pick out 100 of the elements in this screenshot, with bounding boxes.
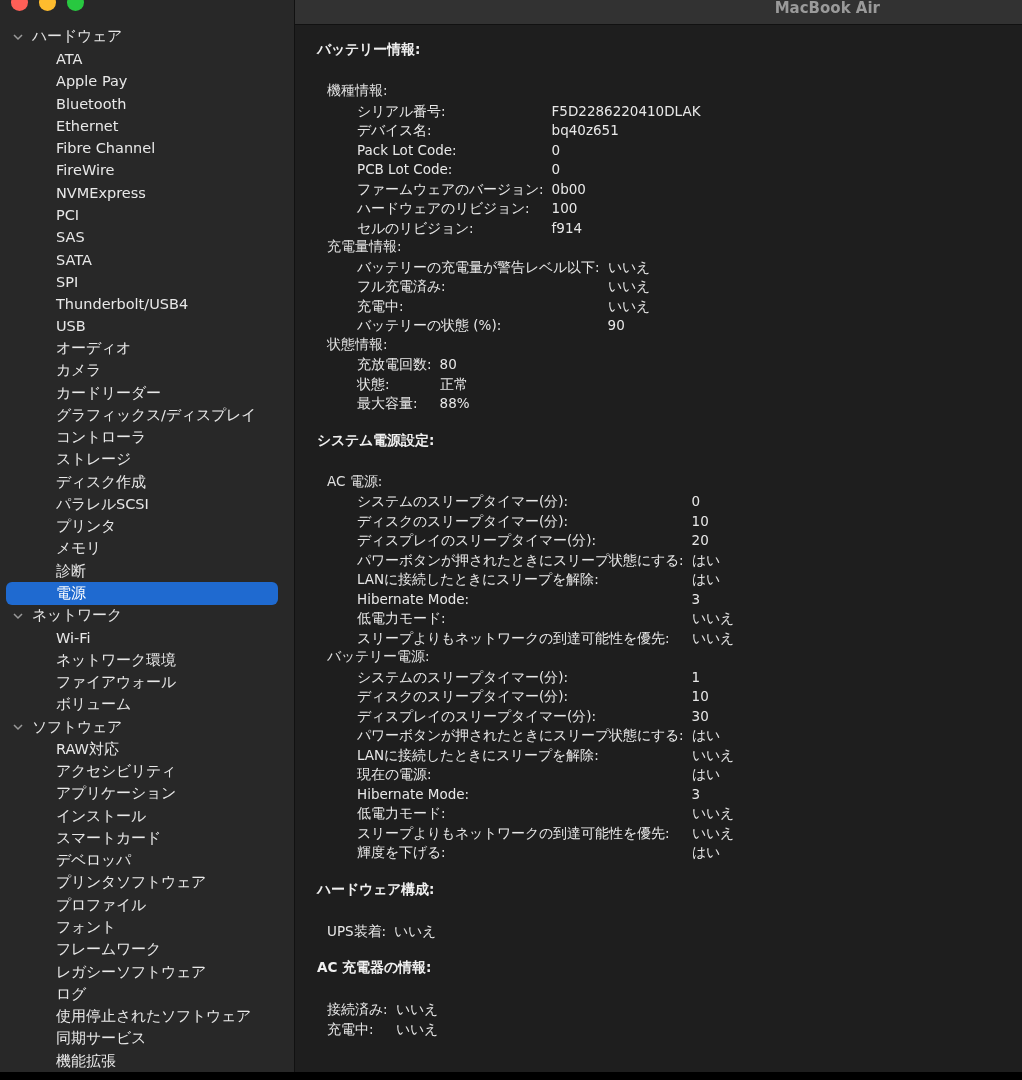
sidebar-item[interactable]: デベロッパ — [6, 851, 131, 871]
property-value: 0 — [691, 492, 702, 511]
sidebar-item[interactable]: Bluetooth — [6, 95, 127, 112]
sidebar-item[interactable]: ATA — [6, 51, 83, 68]
sidebar-item[interactable]: レガシーソフトウェア — [6, 962, 206, 982]
property-label: パワーボタンが押されたときにスリープ状態にする: — [357, 550, 684, 570]
property-value: F5D2286220410DLAK — [551, 101, 702, 121]
sidebar-item[interactable]: コントローラ — [6, 428, 146, 448]
group-title: バッテリー電源: — [326, 648, 431, 666]
sidebar-item[interactable]: ネットワーク環境 — [6, 650, 176, 670]
sidebar-item[interactable]: ログ — [6, 984, 86, 1004]
sidebar-item[interactable]: Apple Pay — [6, 73, 128, 90]
property-label: スリープよりもネットワークの到達可能性を優先: — [357, 823, 671, 843]
sidebar-item[interactable]: SAS — [6, 229, 85, 246]
sidebar-item[interactable]: PCI — [6, 206, 80, 223]
sidebar-item[interactable]: Fibre Channel — [6, 140, 156, 157]
property-value: はい — [691, 726, 721, 745]
property-label: 輝度を下げる: — [357, 843, 447, 862]
property-label: フル充電済み: — [357, 277, 447, 296]
property-value: 100 — [551, 199, 579, 218]
sidebar-item[interactable]: USB — [6, 318, 86, 335]
property-value: いいえ — [607, 257, 651, 277]
property-label: シリアル番号: — [357, 101, 447, 121]
sidebar-item[interactable]: カメラ — [6, 361, 101, 381]
property-label: スリープよりもネットワークの到達可能性を優先: — [357, 628, 671, 648]
sidebar-item[interactable]: Wi-Fi — [6, 630, 91, 646]
property-label: 状態: — [357, 374, 391, 394]
sidebar-item[interactable]: フォント — [6, 917, 116, 937]
property-value: いいえ — [691, 609, 735, 628]
sidebar-item[interactable]: 機能拡張 — [6, 1051, 116, 1071]
property-value: 0 — [551, 160, 562, 179]
group-title: 充電量情報: — [326, 238, 403, 256]
sidebar-item[interactable]: NVMExpress — [6, 184, 146, 201]
sidebar-item[interactable]: スマートカード — [6, 828, 161, 848]
property-label: バッテリーの状態 (%): — [357, 316, 503, 335]
property-label: 充放電回数: — [357, 355, 432, 374]
sidebar-item[interactable]: ディスク作成 — [6, 472, 146, 492]
property-label: 最大容量: — [357, 394, 419, 413]
sidebar-item[interactable]: カードリーダー — [6, 383, 161, 403]
sidebar-item[interactable]: SPI — [6, 273, 79, 290]
group-title: 機種情報: — [326, 82, 389, 100]
property-label: ファームウェアのバージョン: — [357, 179, 544, 199]
section-title: バッテリー情報: — [317, 41, 422, 59]
property-label: UPS装着: — [327, 921, 387, 941]
property-label: セルのリビジョン: — [357, 218, 475, 238]
property-value: 3 — [691, 784, 702, 804]
sidebar-item[interactable]: ストレージ — [6, 450, 131, 470]
property-value: いいえ — [691, 628, 735, 648]
sidebar-item[interactable]: アクセシビリティ — [6, 762, 176, 782]
sidebar-item[interactable]: FireWire — [6, 162, 115, 179]
property-value: いいえ — [395, 1019, 439, 1039]
property-value: f914 — [551, 218, 584, 238]
window-title: MacBook Air — [774, 0, 880, 19]
sidebar-item[interactable]: RAW対応 — [6, 739, 119, 759]
sidebar-item[interactable]: 電源 — [6, 582, 278, 605]
sidebar-item[interactable]: フレームワーク — [6, 940, 161, 960]
sidebar-item[interactable]: オーディオ — [6, 339, 131, 359]
sidebar-item[interactable]: プリンタソフトウェア — [6, 873, 206, 893]
property-label: ディスプレイのスリープタイマー(分): — [357, 531, 598, 550]
property-label: ディスクのスリープタイマー(分): — [357, 687, 570, 706]
sidebar-group[interactable]: ソフトウェア — [32, 717, 122, 737]
property-value: はい — [691, 843, 721, 862]
property-label: 低電力モード: — [357, 804, 447, 823]
sidebar-item[interactable]: ボリューム — [6, 695, 131, 715]
sidebar-group[interactable]: ハードウェア — [32, 27, 122, 47]
group-title: 状態情報: — [326, 335, 389, 354]
sidebar-item[interactable]: グラフィックス/ディスプレイ — [6, 405, 256, 425]
property-label: 現在の電源: — [357, 765, 433, 784]
property-label: LANに接続したときにスリープを解除: — [357, 745, 600, 765]
sidebar-item[interactable]: 同期サービス — [6, 1029, 146, 1049]
property-value: いいえ — [691, 745, 735, 765]
property-label: システムのスリープタイマー(分): — [357, 667, 570, 687]
property-value: 1 — [691, 667, 702, 687]
property-label: 充電中: — [327, 1019, 375, 1039]
property-value: はい — [691, 550, 721, 570]
property-label: Pack Lot Code: — [357, 140, 458, 160]
sidebar-item[interactable]: 診断 — [6, 561, 86, 581]
property-label: 低電力モード: — [357, 609, 447, 628]
sidebar-item[interactable]: プロファイル — [6, 895, 146, 915]
sidebar-item[interactable]: メモリ — [6, 539, 101, 559]
sidebar-item[interactable]: パラレルSCSI — [6, 494, 149, 514]
section-title: システム電源設定: — [317, 431, 436, 450]
property-label: Hibernate Mode: — [357, 784, 471, 804]
property-value: 0 — [551, 140, 562, 160]
property-value: 10 — [691, 511, 710, 531]
sidebar-item[interactable]: Ethernet — [6, 117, 119, 134]
sidebar-item[interactable]: アプリケーション — [6, 784, 176, 804]
property-value: 88% — [439, 394, 471, 413]
sidebar-item[interactable]: Thunderbolt/USB4 — [6, 296, 189, 313]
sidebar-item[interactable]: 使用停止されたソフトウェア — [6, 1007, 251, 1027]
property-label: PCB Lot Code: — [357, 160, 454, 179]
sidebar-item[interactable]: ファイアウォール — [6, 673, 176, 693]
property-label: バッテリーの充電量が警告レベル以下: — [357, 257, 600, 277]
sidebar-group[interactable]: ネットワーク — [32, 606, 122, 626]
sidebar-item[interactable]: インストール — [6, 806, 146, 826]
sidebar-item[interactable]: プリンタ — [6, 517, 116, 537]
property-value: 0b00 — [551, 179, 587, 199]
property-value: 3 — [691, 589, 702, 609]
property-label: ディスクのスリープタイマー(分): — [357, 511, 570, 531]
sidebar-item[interactable]: SATA — [6, 251, 92, 268]
